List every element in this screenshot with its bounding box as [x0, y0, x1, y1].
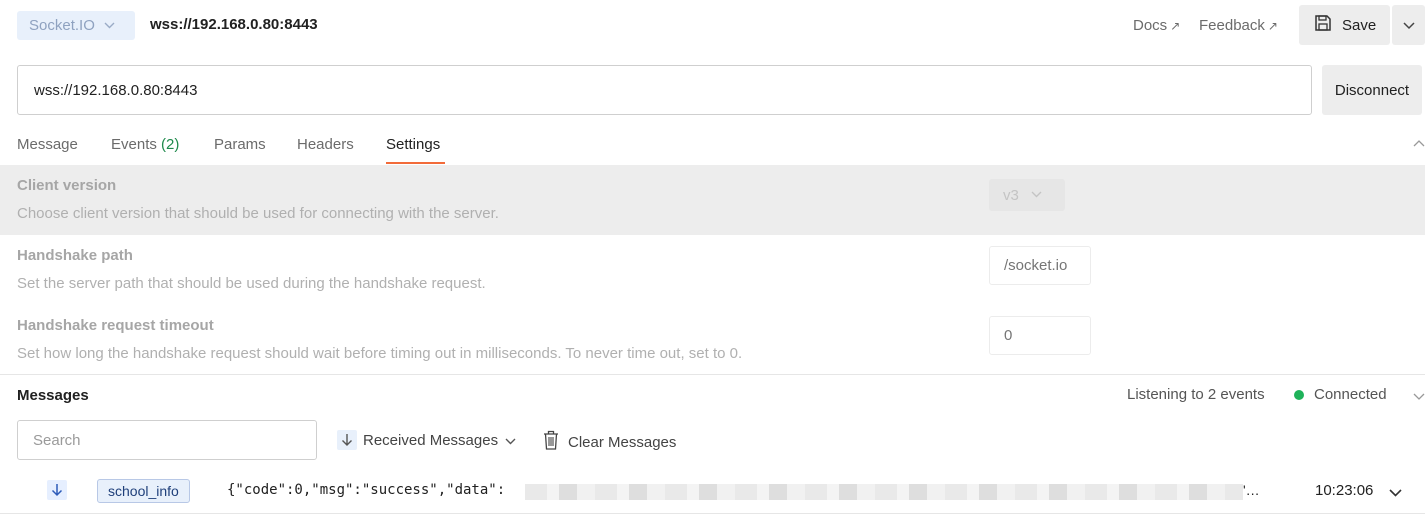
- setting-title: Client version: [17, 177, 117, 194]
- clear-messages-button[interactable]: Clear Messages: [543, 430, 676, 454]
- setting-handshake-timeout: Handshake request timeout Set how long t…: [0, 305, 1425, 375]
- disconnect-button[interactable]: Disconnect: [1322, 65, 1422, 115]
- save-icon: [1314, 14, 1332, 36]
- connection-status: Connected: [1314, 386, 1387, 403]
- protocol-select[interactable]: Socket.IO: [17, 11, 135, 40]
- docs-link[interactable]: Docs ↗: [1133, 17, 1180, 34]
- feedback-label: Feedback: [1199, 17, 1265, 34]
- setting-description: Choose client version that should be use…: [17, 205, 499, 222]
- message-row[interactable]: school_info {"code":0,"msg":"success","d…: [0, 468, 1425, 514]
- tab-label: Message: [17, 136, 78, 153]
- external-link-icon: ↗: [1267, 19, 1278, 33]
- save-label: Save: [1342, 16, 1377, 34]
- tab-events[interactable]: Events (2): [111, 136, 179, 153]
- connection-status-dot: [1294, 390, 1304, 400]
- external-link-icon: ↗: [1170, 19, 1181, 33]
- chevron-down-icon: [104, 20, 115, 32]
- setting-handshake-path: Handshake path Set the server path that …: [0, 235, 1425, 305]
- events-count-badge: (2): [161, 136, 180, 153]
- received-arrow-icon: [47, 480, 67, 500]
- chevron-down-icon: [505, 432, 516, 449]
- client-version-value: v3: [1003, 186, 1019, 204]
- messages-search-input[interactable]: [17, 420, 317, 460]
- setting-title: Handshake path: [17, 247, 133, 264]
- tab-message[interactable]: Message: [17, 136, 78, 153]
- payload-ellipsis: '…: [1243, 482, 1260, 498]
- message-timestamp: 10:23:06: [1315, 482, 1374, 499]
- setting-description: Set the server path that should be used …: [17, 275, 486, 292]
- chevron-down-icon[interactable]: [1389, 484, 1402, 501]
- section-divider: [0, 374, 1425, 375]
- tab-label: Settings: [386, 136, 441, 153]
- listening-events-text[interactable]: Listening to 2 events: [1127, 386, 1265, 403]
- setting-client-version: Client version Choose client version tha…: [0, 165, 1425, 235]
- tab-headers[interactable]: Headers: [297, 136, 354, 153]
- protocol-label: Socket.IO: [29, 17, 95, 34]
- request-title: wss://192.168.0.80:8443: [150, 16, 318, 33]
- setting-description: Set how long the handshake request shoul…: [17, 345, 743, 362]
- active-tab-indicator: [386, 162, 445, 164]
- save-options-button[interactable]: [1392, 5, 1425, 45]
- client-version-select[interactable]: v3: [989, 179, 1065, 211]
- setting-title: Handshake request timeout: [17, 317, 214, 334]
- chevron-down-icon: [1402, 17, 1415, 34]
- tab-params[interactable]: Params: [214, 136, 266, 153]
- chevron-down-icon: [1031, 189, 1042, 201]
- save-button[interactable]: Save: [1299, 5, 1390, 45]
- tab-label: Headers: [297, 136, 354, 153]
- handshake-timeout-input[interactable]: [989, 316, 1091, 355]
- handshake-path-input[interactable]: [989, 246, 1091, 285]
- tab-label: Params: [214, 136, 266, 153]
- feedback-link[interactable]: Feedback ↗: [1199, 17, 1278, 34]
- filter-label: Received Messages: [363, 431, 499, 449]
- messages-title: Messages: [17, 387, 89, 404]
- redacted-payload: [525, 484, 1243, 500]
- trash-icon: [543, 430, 559, 454]
- message-payload: {"code":0,"msg":"success","data":: [227, 482, 506, 498]
- arrow-down-icon: [337, 430, 357, 450]
- clear-messages-label: Clear Messages: [568, 433, 677, 451]
- url-input[interactable]: [17, 65, 1312, 115]
- docs-label: Docs: [1133, 17, 1168, 34]
- top-bar: Socket.IO wss://192.168.0.80:8443 Docs ↗ …: [0, 0, 1425, 52]
- tab-label: Events: [111, 136, 157, 153]
- request-tabs: Message Events (2) Params Headers Settin…: [0, 124, 1425, 166]
- message-filter-dropdown[interactable]: Received Messages: [337, 430, 516, 450]
- chevron-down-icon[interactable]: [1413, 388, 1425, 405]
- chevron-up-icon[interactable]: [1413, 134, 1425, 151]
- event-name-badge: school_info: [97, 479, 190, 503]
- tab-settings[interactable]: Settings: [386, 136, 440, 153]
